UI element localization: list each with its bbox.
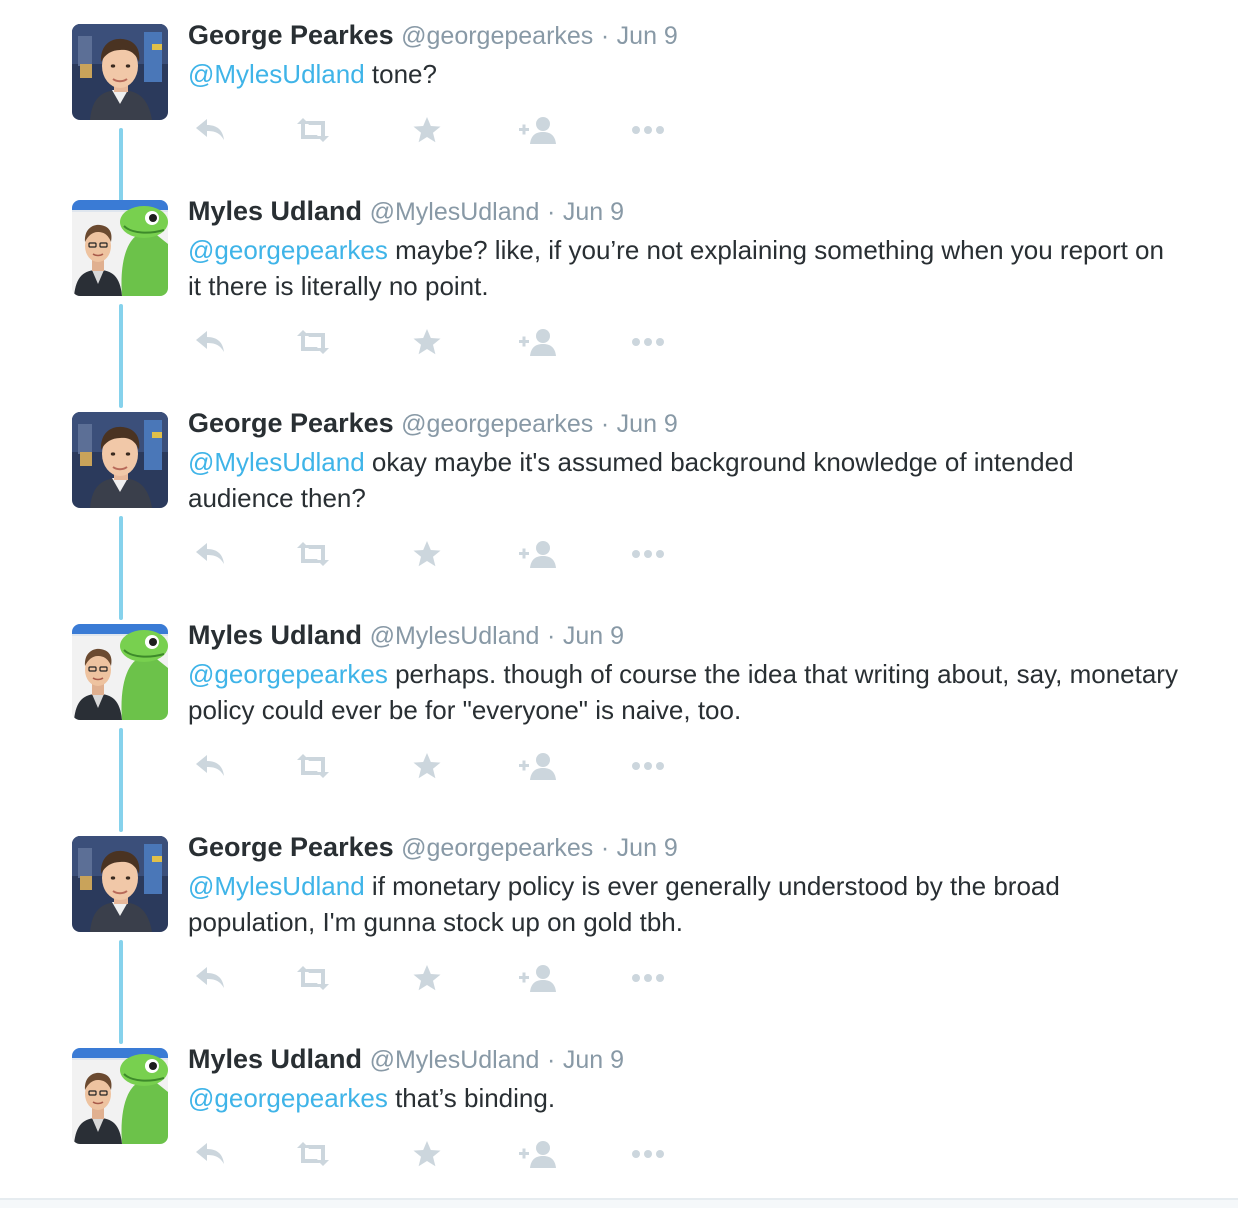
follow-icon[interactable] (517, 1134, 561, 1174)
tweet-text: @georgepearkes perhaps. though of course… (188, 656, 1178, 728)
more-icon[interactable] (626, 110, 670, 150)
reply-icon[interactable] (188, 110, 232, 150)
tweet-text: @georgepearkes maybe? like, if you’re no… (188, 232, 1178, 304)
like-icon[interactable] (405, 110, 449, 150)
author-handle[interactable]: @georgepearkes (401, 410, 593, 438)
like-icon[interactable] (405, 534, 449, 574)
avatar[interactable] (72, 200, 168, 296)
tweet-actions (188, 1134, 708, 1174)
retweet-icon[interactable] (291, 322, 335, 362)
author-handle[interactable]: @MylesUdland (370, 1046, 540, 1074)
tweet-actions (188, 110, 708, 150)
retweet-icon[interactable] (291, 958, 335, 998)
mention-link[interactable]: @MylesUdland (188, 871, 365, 901)
like-icon[interactable] (405, 746, 449, 786)
avatar[interactable] (72, 836, 168, 932)
more-icon[interactable] (626, 322, 670, 362)
timestamp[interactable]: Jun 9 (617, 410, 678, 438)
tweet[interactable]: George Pearkes @georgepearkes · Jun 9 @M… (0, 18, 1238, 208)
timestamp[interactable]: Jun 9 (563, 1046, 624, 1074)
follow-icon[interactable] (517, 746, 561, 786)
tweet-text: @georgepearkes that’s binding. (188, 1080, 1178, 1116)
like-icon[interactable] (405, 1134, 449, 1174)
author-handle[interactable]: @georgepearkes (401, 22, 593, 50)
retweet-icon[interactable] (291, 534, 335, 574)
separator: · (546, 622, 556, 650)
author-name[interactable]: George Pearkes (188, 20, 394, 50)
mention-link[interactable]: @georgepearkes (188, 235, 388, 265)
tweet-actions (188, 322, 708, 362)
separator: · (600, 834, 610, 862)
mention-link[interactable]: @MylesUdland (188, 447, 365, 477)
retweet-icon[interactable] (291, 746, 335, 786)
tweet-actions (188, 746, 708, 786)
tweet-actions (188, 534, 708, 574)
avatar[interactable] (72, 624, 168, 720)
reply-icon[interactable] (188, 534, 232, 574)
avatar[interactable] (72, 24, 168, 120)
thread-connector (119, 304, 123, 408)
author-name[interactable]: George Pearkes (188, 408, 394, 438)
like-icon[interactable] (405, 958, 449, 998)
author-name[interactable]: Myles Udland (188, 620, 362, 650)
separator: · (600, 22, 610, 50)
timestamp[interactable]: Jun 9 (617, 22, 678, 50)
more-icon[interactable] (626, 958, 670, 998)
avatar[interactable] (72, 1048, 168, 1144)
mention-link[interactable]: @MylesUdland (188, 59, 365, 89)
conversation-thread: George Pearkes @georgepearkes · Jun 9 @M… (0, 0, 1238, 1200)
tweet-header: Myles Udland @MylesUdland · Jun 9 (188, 194, 624, 229)
tweet-header: Myles Udland @MylesUdland · Jun 9 (188, 1042, 624, 1077)
tweet-header: Myles Udland @MylesUdland · Jun 9 (188, 618, 624, 653)
separator: · (546, 198, 556, 226)
tweet[interactable]: Myles Udland @MylesUdland · Jun 9 @georg… (0, 1042, 1238, 1192)
tweet-actions (188, 958, 708, 998)
retweet-icon[interactable] (291, 1134, 335, 1174)
follow-icon[interactable] (517, 110, 561, 150)
tweet-text-content: tone? (364, 59, 437, 89)
footer-background (0, 1200, 1238, 1208)
author-name[interactable]: Myles Udland (188, 196, 362, 226)
mention-link[interactable]: @georgepearkes (188, 659, 388, 689)
separator: · (600, 410, 610, 438)
follow-icon[interactable] (517, 958, 561, 998)
tweet[interactable]: Myles Udland @MylesUdland · Jun 9 @georg… (0, 194, 1238, 408)
more-icon[interactable] (626, 534, 670, 574)
follow-icon[interactable] (517, 322, 561, 362)
separator: · (546, 1046, 556, 1074)
more-icon[interactable] (626, 1134, 670, 1174)
author-handle[interactable]: @MylesUdland (370, 622, 540, 650)
thread-connector (119, 516, 123, 620)
author-name[interactable]: Myles Udland (188, 1044, 362, 1074)
avatar[interactable] (72, 412, 168, 508)
timestamp[interactable]: Jun 9 (617, 834, 678, 862)
tweet-text-content: that’s binding. (387, 1083, 556, 1113)
tweet-header: George Pearkes @georgepearkes · Jun 9 (188, 406, 678, 441)
author-handle[interactable]: @georgepearkes (401, 834, 593, 862)
reply-icon[interactable] (188, 1134, 232, 1174)
tweet[interactable]: George Pearkes @georgepearkes · Jun 9 @M… (0, 830, 1238, 1044)
author-name[interactable]: George Pearkes (188, 832, 394, 862)
tweet[interactable]: Myles Udland @MylesUdland · Jun 9 @georg… (0, 618, 1238, 832)
author-handle[interactable]: @MylesUdland (370, 198, 540, 226)
tweet-header: George Pearkes @georgepearkes · Jun 9 (188, 18, 678, 53)
more-icon[interactable] (626, 746, 670, 786)
timestamp[interactable]: Jun 9 (563, 622, 624, 650)
tweet-header: George Pearkes @georgepearkes · Jun 9 (188, 830, 678, 865)
reply-icon[interactable] (188, 322, 232, 362)
thread-connector (119, 940, 123, 1044)
reply-icon[interactable] (188, 958, 232, 998)
timestamp[interactable]: Jun 9 (563, 198, 624, 226)
follow-icon[interactable] (517, 534, 561, 574)
retweet-icon[interactable] (291, 110, 335, 150)
tweet-text: @MylesUdland if monetary policy is ever … (188, 868, 1178, 940)
like-icon[interactable] (405, 322, 449, 362)
tweet-text: @MylesUdland okay maybe it's assumed bac… (188, 444, 1178, 516)
reply-icon[interactable] (188, 746, 232, 786)
mention-link[interactable]: @georgepearkes (188, 1083, 388, 1113)
tweet[interactable]: George Pearkes @georgepearkes · Jun 9 @M… (0, 406, 1238, 620)
tweet-text: @MylesUdland tone? (188, 56, 1178, 92)
thread-connector (119, 728, 123, 832)
